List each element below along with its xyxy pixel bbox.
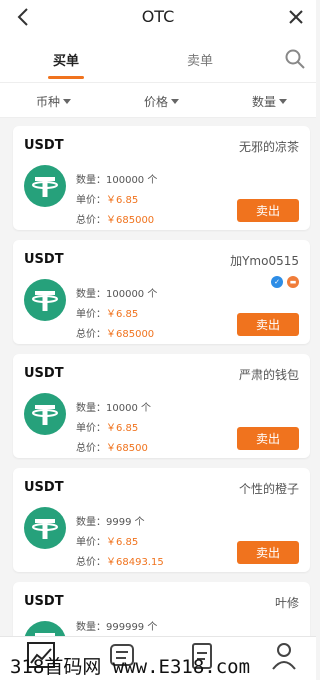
listing-card[interactable]: USDT 叶修 数量：999999 个 <box>13 582 310 636</box>
tether-logo-icon <box>24 507 66 549</box>
filter-bar: 币种 价格 数量 <box>0 82 316 118</box>
quantity-label: 数量： <box>76 622 106 633</box>
watermark-text: 318首码网 www.E318.com <box>10 656 251 678</box>
quantity-row: 数量：9999 个 <box>76 513 145 528</box>
listing-card[interactable]: USDT 无邪的凉茶 数量：100000 个 单价：￥6.85 总价：￥6850… <box>13 126 310 230</box>
listing-card[interactable]: USDT 严肃的钱包 数量：10000 个 单价：￥6.85 总价：￥68500… <box>13 354 310 458</box>
caret-down-icon <box>171 99 180 104</box>
coin-name: USDT <box>24 480 64 495</box>
quantity-row: 数量：10000 个 <box>76 399 151 414</box>
tether-logo-icon <box>24 621 66 636</box>
verified-badge-icon: ✓ <box>271 276 283 288</box>
filter-quantity[interactable]: 数量 <box>252 93 288 110</box>
total-price-label: 总价： <box>76 557 106 568</box>
coin-name: USDT <box>24 366 64 381</box>
tab-buy-orders[interactable]: 买单 <box>53 50 79 69</box>
active-tab-indicator <box>48 76 84 79</box>
unit-price-value: ￥6.85 <box>106 195 139 206</box>
listing-card[interactable]: USDT 加Ymo0515 ✓ ▬ 数量：100000 个 单价：￥6.85 总… <box>13 240 310 344</box>
unit-price-row: 单价：￥6.85 <box>76 419 138 434</box>
seller-name: 无邪的凉茶 <box>238 140 299 154</box>
top-bar: OTC <box>0 0 316 34</box>
sell-button[interactable]: 卖出 <box>237 313 299 336</box>
filter-coin-label: 币种 <box>36 95 61 109</box>
close-icon[interactable] <box>286 6 306 28</box>
unit-price-value: ￥6.85 <box>106 309 139 320</box>
quantity-label: 数量： <box>76 175 106 186</box>
search-icon[interactable] <box>284 48 306 70</box>
total-price-row: 总价：￥68493.15 <box>76 553 164 568</box>
tether-logo-icon <box>24 279 66 321</box>
listing-card[interactable]: USDT 个性的橙子 数量：9999 个 单价：￥6.85 总价：￥68493.… <box>13 468 310 572</box>
sell-button[interactable]: 卖出 <box>237 199 299 222</box>
unit-price-label: 单价： <box>76 537 106 548</box>
quantity-label: 数量： <box>76 403 106 414</box>
unit-price-row: 单价：￥6.85 <box>76 305 138 320</box>
total-price-label: 总价： <box>76 443 106 454</box>
caret-down-icon <box>63 99 72 104</box>
listing-list: USDT 无邪的凉茶 数量：100000 个 单价：￥6.85 总价：￥6850… <box>0 118 316 636</box>
total-price-value: ￥68500 <box>106 443 148 454</box>
filter-coin[interactable]: 币种 <box>36 93 72 110</box>
tether-logo-icon <box>24 393 66 435</box>
quantity-label: 数量： <box>76 517 106 528</box>
bank-card-badge-icon: ▬ <box>287 276 299 288</box>
coin-name: USDT <box>24 594 64 609</box>
quantity-value: 100000 个 <box>106 289 158 300</box>
filter-price[interactable]: 价格 <box>144 93 180 110</box>
filter-quantity-label: 数量 <box>252 95 277 109</box>
coin-name: USDT <box>24 252 64 267</box>
total-price-label: 总价： <box>76 329 106 340</box>
seller-name: 个性的橙子 <box>238 482 299 496</box>
quantity-label: 数量： <box>76 289 106 300</box>
quantity-value: 100000 个 <box>106 175 158 186</box>
quantity-value: 999999 个 <box>106 622 158 633</box>
seller-badges: ✓ ▬ <box>271 276 299 288</box>
quantity-row: 数量：999999 个 <box>76 618 157 633</box>
tab-sell-orders[interactable]: 卖单 <box>187 50 213 69</box>
total-price-value: ￥685000 <box>106 215 155 226</box>
seller-name: 加Ymo0515 <box>230 254 299 268</box>
seller-name: 叶修 <box>274 596 299 610</box>
filter-price-label: 价格 <box>144 95 169 109</box>
unit-price-label: 单价： <box>76 309 106 320</box>
seller-name: 严肃的钱包 <box>238 368 299 382</box>
total-price-value: ￥685000 <box>106 329 155 340</box>
quantity-value: 9999 个 <box>106 517 145 528</box>
order-type-tabs: 买单 卖单 <box>0 34 316 82</box>
unit-price-value: ￥6.85 <box>106 423 139 434</box>
unit-price-label: 单价： <box>76 423 106 434</box>
sell-button[interactable]: 卖出 <box>237 541 299 564</box>
quantity-value: 10000 个 <box>106 403 151 414</box>
tether-logo-icon <box>24 165 66 207</box>
total-price-row: 总价：￥685000 <box>76 325 154 340</box>
coin-name: USDT <box>24 138 64 153</box>
unit-price-row: 单价：￥6.85 <box>76 533 138 548</box>
total-price-row: 总价：￥68500 <box>76 439 148 454</box>
sell-button[interactable]: 卖出 <box>237 427 299 450</box>
unit-price-row: 单价：￥6.85 <box>76 191 138 206</box>
total-price-label: 总价： <box>76 215 106 226</box>
quantity-row: 数量：100000 个 <box>76 171 157 186</box>
caret-down-icon <box>279 99 288 104</box>
unit-price-value: ￥6.85 <box>106 537 139 548</box>
total-price-row: 总价：￥685000 <box>76 211 154 226</box>
unit-price-label: 单价： <box>76 195 106 206</box>
page-title: OTC <box>141 7 175 26</box>
total-price-value: ￥68493.15 <box>106 557 164 568</box>
quantity-row: 数量：100000 个 <box>76 285 157 300</box>
